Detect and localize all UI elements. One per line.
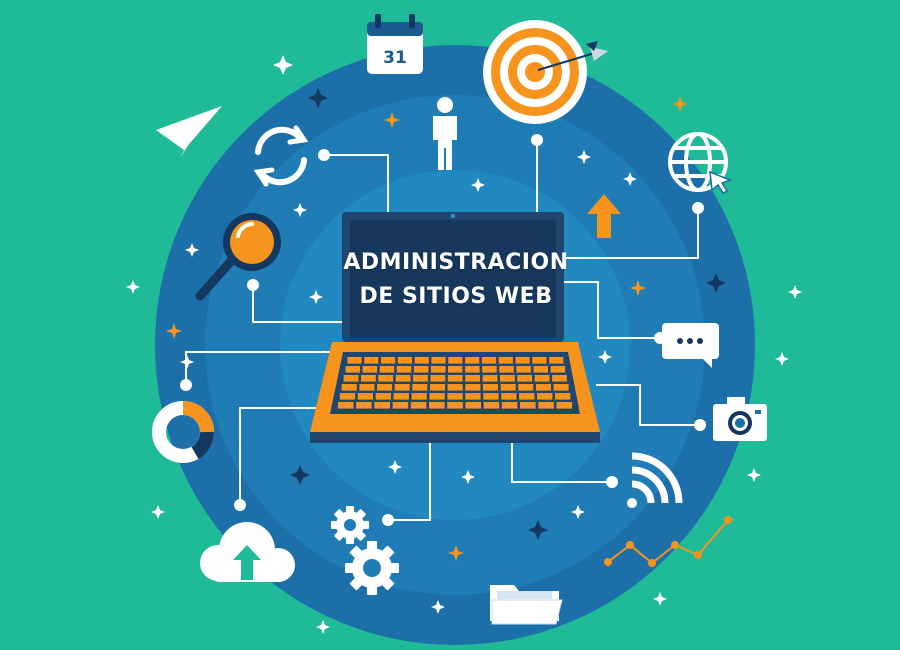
keyboard-key xyxy=(430,384,446,391)
keyboard-key xyxy=(395,375,411,382)
keyboard-key xyxy=(448,357,463,364)
keyboard-key xyxy=(516,366,531,373)
illustration-title-line-1: ADMINISTRACION xyxy=(343,250,569,275)
keyboard-key xyxy=(414,357,429,364)
keyboard-key xyxy=(515,357,530,364)
keyboard-key xyxy=(431,366,446,373)
keyboard-key xyxy=(520,402,536,409)
keyboard-key xyxy=(392,402,409,409)
keyboard-key xyxy=(465,384,481,391)
keyboard-key xyxy=(518,384,534,391)
keyboard-key xyxy=(447,384,463,391)
keyboard-key xyxy=(465,375,480,382)
illustration-canvas: 31 xyxy=(126,14,802,645)
keyboard-key xyxy=(430,375,446,382)
keyboard-key xyxy=(374,402,390,409)
calendar-day: 31 xyxy=(383,48,407,68)
keyboard-key xyxy=(482,384,498,391)
keyboard-key xyxy=(482,375,498,382)
keyboard-key xyxy=(550,366,566,373)
keyboard-key xyxy=(429,402,445,409)
keyboard-key xyxy=(397,357,412,364)
web-admin-illustration: 31 ADMINISTRACION DE SITIOS WEB xyxy=(0,0,900,650)
keyboard-key xyxy=(447,402,463,409)
keyboard-key xyxy=(448,366,463,373)
keyboard-key xyxy=(533,366,548,373)
keyboard-key xyxy=(412,384,428,391)
keyboard-key xyxy=(553,384,569,391)
keyboard-key xyxy=(519,393,535,400)
keyboard-key xyxy=(517,375,533,382)
keyboard-key xyxy=(356,402,372,409)
keyboard-key xyxy=(393,393,409,400)
keyboard-key xyxy=(339,393,356,400)
keyboard-key xyxy=(364,357,379,364)
laptop-icon xyxy=(310,212,600,443)
paper-plane-icon xyxy=(156,106,222,158)
keyboard-key xyxy=(483,393,499,400)
keyboard-key xyxy=(483,402,500,409)
keyboard-key xyxy=(498,357,513,364)
keyboard-key xyxy=(552,375,567,382)
keyboard-key xyxy=(549,357,564,364)
keyboard-key xyxy=(556,402,573,409)
keyboard-key xyxy=(394,384,410,391)
keyboard-key xyxy=(347,357,362,364)
keyboard-key xyxy=(465,357,480,364)
keyboard-key xyxy=(413,366,429,373)
keyboard-key xyxy=(413,375,428,382)
keyboard-key xyxy=(501,402,518,409)
calendar-icon: 31 xyxy=(367,14,423,74)
keyboard-key xyxy=(534,375,550,382)
keyboard-key xyxy=(537,393,553,400)
keyboard-key xyxy=(337,402,354,409)
keyboard-key xyxy=(465,366,480,373)
keyboard-key xyxy=(500,375,515,382)
keyboard-key xyxy=(379,366,395,373)
keyboard-key xyxy=(381,357,396,364)
keyboard-key xyxy=(465,402,481,409)
keyboard-key xyxy=(361,375,376,382)
keyboard-key xyxy=(447,375,463,382)
keyboard-key xyxy=(538,402,554,409)
keyboard-key xyxy=(447,393,463,400)
keyboard-key xyxy=(501,393,517,400)
keyboard-key xyxy=(377,384,393,391)
keyboard-key xyxy=(431,357,446,364)
keyboard-key xyxy=(362,366,378,373)
keyboard-key xyxy=(357,393,373,400)
keyboard-key xyxy=(465,393,481,400)
keyboard-key xyxy=(359,384,375,391)
keyboard-key xyxy=(345,366,360,373)
keyboard-key xyxy=(410,402,427,409)
keyboard-key xyxy=(555,393,571,400)
illustration-title-line-2: DE SITIOS WEB xyxy=(359,284,553,309)
keyboard-key xyxy=(429,393,445,400)
keyboard-key xyxy=(482,366,497,373)
keyboard-key xyxy=(532,357,547,364)
keyboard-key xyxy=(500,384,516,391)
keyboard-key xyxy=(396,366,412,373)
keyboard-key xyxy=(481,357,497,364)
keyboard-key xyxy=(378,375,394,382)
keyboard-key xyxy=(341,384,357,391)
keyboard-key xyxy=(535,384,551,391)
keyboard-key xyxy=(375,393,391,400)
keyboard-key xyxy=(343,375,359,382)
keyboard-key xyxy=(499,366,514,373)
keyboard-key xyxy=(411,393,427,400)
